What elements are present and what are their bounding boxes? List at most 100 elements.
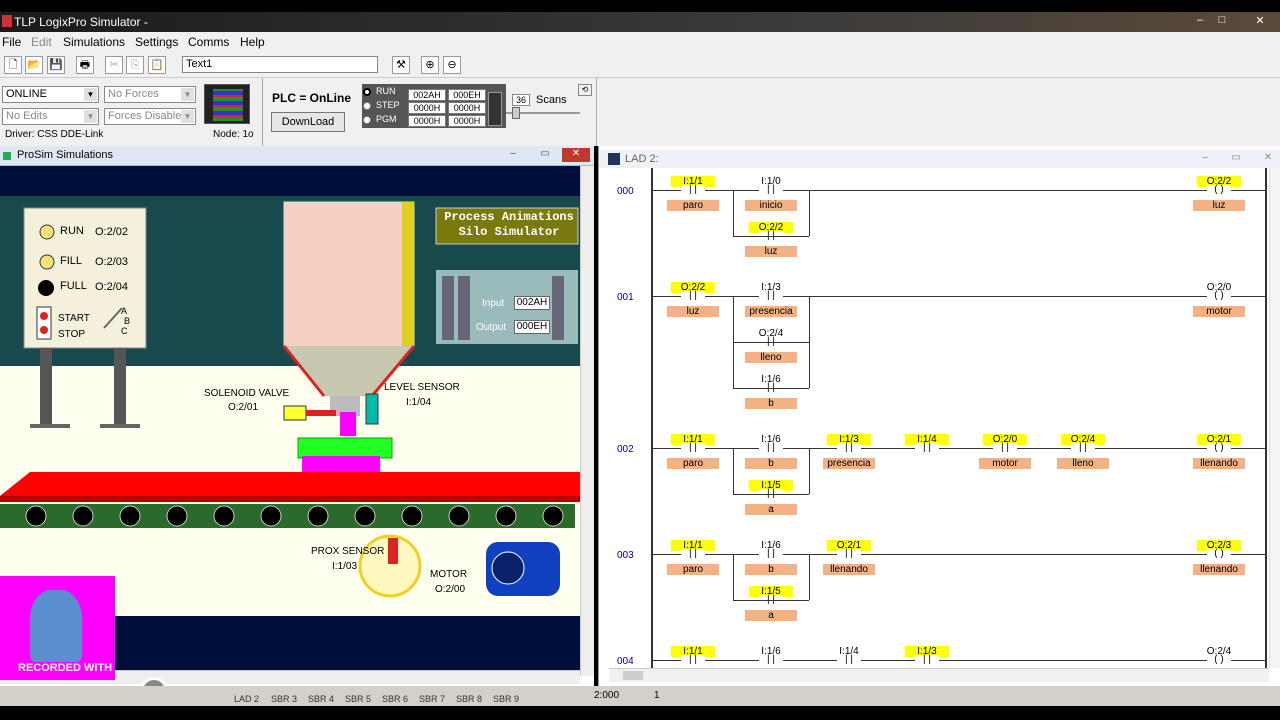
scan-meter-icon — [488, 92, 502, 126]
new-file-icon[interactable]: 🗋 — [4, 56, 22, 74]
cut-icon[interactable]: ✂ — [105, 56, 123, 74]
contact-description: lleno — [1057, 458, 1109, 469]
output-coil-icon: ( ) — [1207, 443, 1231, 453]
solenoid-address: O:2/01 — [228, 402, 259, 413]
contact-icon: | | — [837, 549, 861, 559]
contact-icon: | | — [915, 655, 939, 665]
menu-simulations[interactable]: Simulations — [63, 35, 125, 49]
control-panel: ONLINE ▼ No Forces ▼ No Edits ▼ Forces Disa… — [0, 78, 1280, 146]
forces-value: No Forces — [108, 88, 159, 100]
node-label: Node: 1o — [213, 129, 254, 140]
branch-line — [809, 554, 810, 600]
run-label: RUN — [376, 86, 396, 96]
selector-c[interactable]: C — [121, 326, 128, 336]
run-radio[interactable] — [363, 88, 371, 96]
refresh-icon[interactable]: ⟲ — [578, 84, 592, 96]
menu-file[interactable]: File — [2, 35, 21, 49]
register-display: 0000H — [448, 102, 486, 114]
copy-icon[interactable]: ⎘ — [126, 56, 144, 74]
tab-sbr-8[interactable]: SBR 8 — [456, 694, 482, 704]
open-folder-icon[interactable]: 📂 — [25, 56, 43, 74]
contact-icon: | | — [915, 443, 939, 453]
prosim-icon — [3, 152, 11, 160]
simulation-banner: Process Animations Silo Simulator — [444, 210, 574, 240]
close-icon[interactable]: ✕ — [562, 148, 590, 162]
horizontal-scrollbar[interactable] — [609, 668, 1269, 682]
rung-line — [651, 190, 1265, 191]
contact-icon: | | — [759, 443, 783, 453]
print-icon[interactable]: 🖶 — [76, 56, 94, 74]
menu-edit[interactable]: Edit — [31, 35, 52, 49]
position-indicator: 1 — [654, 690, 660, 701]
contact-description: b — [745, 458, 797, 469]
full-lamp-label: FULL — [60, 280, 87, 292]
prox-sensor-label: PROX SENSOR — [311, 546, 385, 557]
rung-number: 001 — [617, 292, 634, 303]
download-button[interactable]: DownLoad — [271, 112, 345, 132]
step-radio[interactable] — [363, 102, 371, 110]
stop-button[interactable]: STOP — [58, 329, 85, 340]
close-icon[interactable]: ✕ — [1259, 152, 1277, 166]
edits-select[interactable]: No Edits ▼ — [2, 108, 99, 125]
motor-address: O:2/00 — [435, 584, 466, 595]
tab-lad-2[interactable]: LAD 2 — [234, 694, 259, 704]
level-sensor-address: I:1/04 — [406, 397, 432, 408]
tab-sbr-4[interactable]: SBR 4 — [308, 694, 334, 704]
restore-icon[interactable]: ▭ — [535, 148, 555, 162]
selector-b[interactable]: B — [124, 316, 130, 326]
mode-select[interactable]: ONLINE ▼ — [2, 86, 99, 103]
pgm-radio[interactable] — [363, 116, 371, 124]
save-icon[interactable]: 💾 — [47, 56, 65, 74]
minimize-icon[interactable]: – — [1192, 14, 1208, 28]
selector-a[interactable]: A — [121, 306, 127, 316]
scan-slider-thumb[interactable] — [512, 107, 520, 119]
paste-icon[interactable]: 📋 — [148, 56, 166, 74]
vertical-scrollbar[interactable] — [1269, 168, 1280, 668]
menu-help[interactable]: Help — [240, 35, 265, 49]
scroll-thumb[interactable] — [623, 671, 643, 680]
contact-description: inicio — [745, 200, 797, 211]
contact-description: b — [745, 564, 797, 575]
contact-icon: | | — [759, 655, 783, 665]
chevron-down-icon: ▼ — [181, 110, 194, 123]
fill-lamp-label: FILL — [60, 255, 83, 267]
wizard-figure — [30, 590, 82, 662]
tab-sbr-6[interactable]: SBR 6 — [382, 694, 408, 704]
branch-line — [733, 236, 809, 237]
fill-lamp-address: O:2/03 — [95, 256, 129, 268]
mode-value: ONLINE — [6, 88, 47, 100]
restore-icon[interactable]: ▭ — [1227, 152, 1245, 166]
maximize-icon[interactable]: □ — [1214, 14, 1230, 28]
vertical-scrollbar[interactable] — [580, 166, 594, 676]
branch-line — [809, 296, 810, 388]
banner-line-1: Process Animations — [444, 210, 574, 224]
driver-label: Driver: CSS DDE-Link — [5, 129, 104, 140]
menu-settings[interactable]: Settings — [135, 35, 178, 49]
tab-sbr-7[interactable]: SBR 7 — [419, 694, 445, 704]
pgm-label: PGM — [376, 114, 397, 124]
forces-select[interactable]: No Forces ▼ — [104, 86, 196, 103]
close-icon[interactable]: ✕ — [1252, 14, 1268, 28]
contact-description: a — [745, 504, 797, 515]
menu-comms[interactable]: Comms — [188, 35, 229, 49]
contact-icon: | | — [993, 443, 1017, 453]
forces-disabled-select[interactable]: Forces Disabled ▼ — [104, 108, 196, 125]
zoom-in-icon[interactable]: ⊕ — [421, 56, 439, 74]
minimize-icon[interactable]: – — [503, 148, 523, 162]
tab-sbr-3[interactable]: SBR 3 — [271, 694, 297, 704]
rung-line — [651, 448, 1265, 449]
scans-value: 36 — [512, 94, 530, 106]
tab-sbr-5[interactable]: SBR 5 — [345, 694, 371, 704]
contact-icon: | | — [837, 443, 861, 453]
rung-line — [651, 660, 1265, 661]
tab-sbr-9[interactable]: SBR 9 — [493, 694, 519, 704]
zoom-out-icon[interactable]: ⊖ — [443, 56, 461, 74]
start-button[interactable]: START — [58, 313, 90, 324]
text-field[interactable]: Text1 — [182, 56, 378, 73]
tools-icon[interactable]: ⚒ — [392, 56, 410, 74]
divider — [596, 78, 597, 146]
prox-sensor-address: I:1/03 — [332, 561, 358, 572]
branch-line — [733, 494, 809, 495]
minimize-icon[interactable]: – — [1196, 152, 1214, 166]
divider — [262, 78, 263, 146]
